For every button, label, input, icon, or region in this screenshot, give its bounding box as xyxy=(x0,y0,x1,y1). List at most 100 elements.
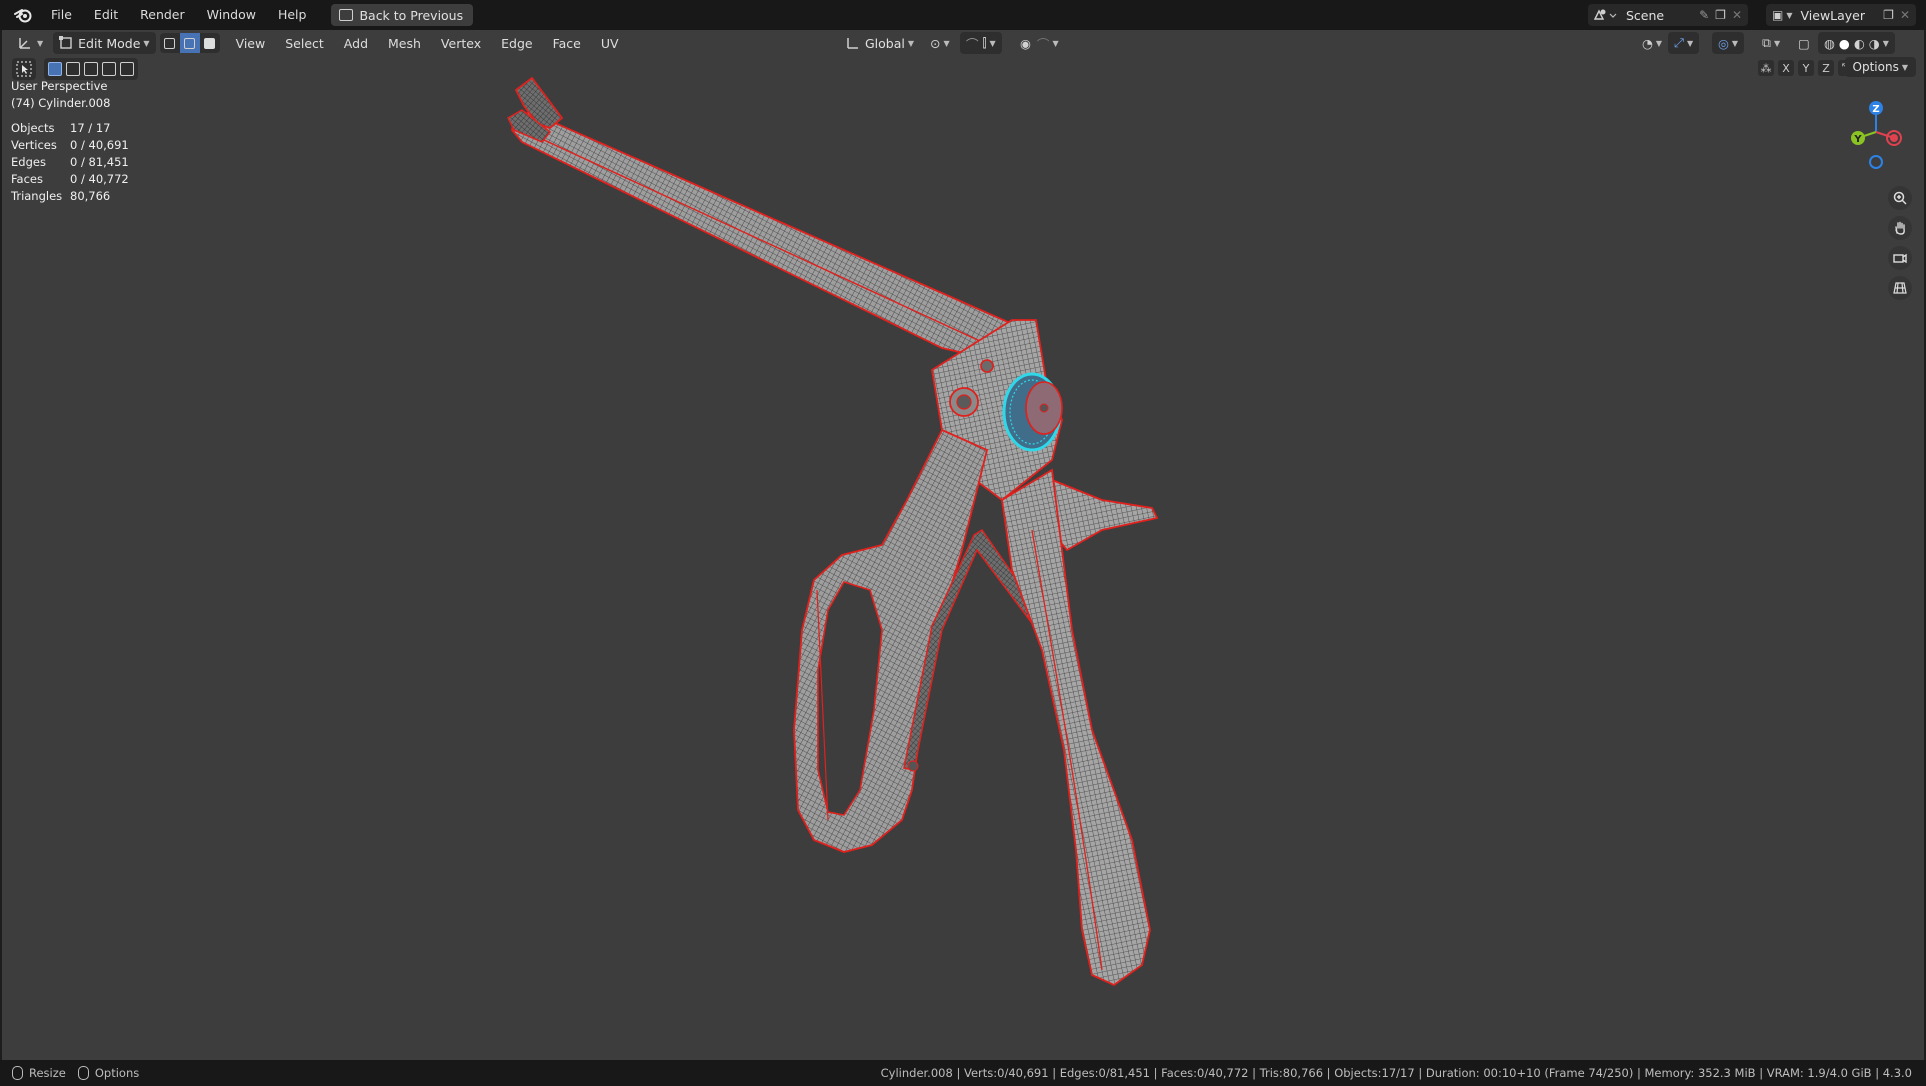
perspective-label: User Perspective xyxy=(11,79,108,93)
face-select-icon[interactable] xyxy=(199,33,220,53)
shading-mode-group: ◍ ● ◐ ◑ ▼ xyxy=(1818,32,1895,54)
selected-wheel-mesh[interactable] xyxy=(1002,372,1063,452)
ring-handle-mesh[interactable] xyxy=(793,428,989,853)
view-layer-selector[interactable]: ▣ ▼ ViewLayer ❐ ✕ xyxy=(1766,4,1916,26)
pin-icon[interactable]: ✎ xyxy=(1699,8,1709,22)
vertex-menu[interactable]: Vertex xyxy=(431,36,491,51)
select-box-icon xyxy=(16,61,32,77)
new-view-layer-icon[interactable]: ❐ xyxy=(1883,8,1894,22)
solid-shading-icon[interactable]: ● xyxy=(1839,36,1850,51)
blender-logo-icon[interactable] xyxy=(12,4,34,26)
camera-view-icon[interactable] xyxy=(1888,246,1912,270)
visibility-dropdown[interactable]: ◔ ▼ xyxy=(1636,32,1668,54)
transform-orientation-dropdown[interactable]: Global ▼ xyxy=(840,32,920,54)
select-menu[interactable]: Select xyxy=(275,36,334,51)
overlays-icon: ◎ xyxy=(1718,35,1729,51)
stats-row: Triangles 80,766 xyxy=(11,188,129,205)
perspective-grid-icon[interactable] xyxy=(1888,276,1912,300)
chevron-down-icon: ▼ xyxy=(1687,38,1694,48)
zoom-icon[interactable] xyxy=(1888,186,1912,210)
shaft-mesh[interactable] xyxy=(507,76,1034,363)
falloff-icon[interactable]: ⌒ xyxy=(1037,34,1050,53)
snap-target-icon[interactable]: ⫿ xyxy=(983,35,987,51)
chevron-down-icon: ▼ xyxy=(1901,62,1908,72)
selection-mode-group xyxy=(44,58,138,80)
top-menu-bar: File Edit Render Window Help Back to Pre… xyxy=(0,0,1926,30)
view-layer-icon: ▣ xyxy=(1772,8,1784,22)
intersect-selection-icon[interactable] xyxy=(120,62,134,76)
status-bar: Resize Options Cylinder.008 | Verts:0/40… xyxy=(0,1060,1926,1086)
delete-view-layer-icon[interactable]: ✕ xyxy=(1900,8,1910,22)
edge-select-icon[interactable] xyxy=(179,33,200,53)
chevron-down-icon: ▼ xyxy=(989,38,996,48)
menu-edit[interactable]: Edit xyxy=(83,3,129,27)
back-to-previous-button[interactable]: Back to Previous xyxy=(331,4,474,26)
edge-menu[interactable]: Edge xyxy=(491,36,542,51)
face-menu[interactable]: Face xyxy=(543,36,591,51)
mesh-menu[interactable]: Mesh xyxy=(378,36,431,51)
options-label: Options xyxy=(1852,60,1899,74)
viewport-header: ▼ Edit Mode ▼ View Select Add Mesh Verte… xyxy=(2,30,1924,56)
proportional-edit-icon[interactable]: ◉ xyxy=(1020,36,1031,51)
front-grip-mesh[interactable] xyxy=(1001,468,1151,987)
snap-toggle-icon[interactable]: ⌒ xyxy=(966,34,979,53)
chevron-down-icon: ▼ xyxy=(1655,38,1663,48)
mode-label: Edit Mode xyxy=(78,35,141,51)
pivot-icon: ⊙ xyxy=(930,35,941,51)
mirror-x-toggle[interactable]: X xyxy=(1778,60,1794,76)
vertex-select-icon[interactable] xyxy=(159,33,180,53)
back-icon xyxy=(339,9,354,21)
extend-selection-icon[interactable] xyxy=(66,62,80,76)
add-menu[interactable]: Add xyxy=(334,36,378,51)
mesh-overlays-icon: ⧉ xyxy=(1762,35,1771,50)
view-menu[interactable]: View xyxy=(226,36,276,51)
hand-pan-icon[interactable] xyxy=(1888,216,1912,240)
3d-viewport[interactable]: ▼ Edit Mode ▼ View Select Add Mesh Verte… xyxy=(2,30,1924,1060)
editor-type-button[interactable]: ▼ xyxy=(12,32,49,54)
mode-dropdown[interactable]: Edit Mode ▼ xyxy=(53,32,156,54)
chevron-down-icon: ▼ xyxy=(907,38,915,48)
new-scene-icon[interactable]: ❐ xyxy=(1715,8,1726,22)
gizmo-z-label: Z xyxy=(1872,104,1879,115)
scene-selector[interactable]: Scene ✎ ❐ ✕ xyxy=(1588,4,1748,26)
pivot-point-dropdown[interactable]: ⊙ ▼ xyxy=(924,32,956,54)
stats-value: 80,766 xyxy=(70,189,111,203)
proportional-edit-group: ◉ ⌒ ▼ xyxy=(1014,32,1065,54)
mirror-y-toggle[interactable]: Y xyxy=(1798,60,1814,76)
delete-scene-icon[interactable]: ✕ xyxy=(1732,8,1742,22)
stats-key: Triangles xyxy=(11,189,63,203)
active-tool-button[interactable] xyxy=(12,58,36,80)
menu-window[interactable]: Window xyxy=(196,3,267,27)
options-dropdown[interactable]: Options ▼ xyxy=(1844,57,1916,77)
mouse-right-icon xyxy=(77,1066,89,1080)
mesh-overlays-toggle[interactable]: ⧉ ▼ xyxy=(1756,32,1786,54)
chevron-down-icon: ▼ xyxy=(1882,38,1889,48)
menu-help[interactable]: Help xyxy=(267,3,318,27)
snap-group: ⌒ ⫿ ▼ xyxy=(960,32,1002,54)
surgical-rongeur-model[interactable] xyxy=(2,30,1924,1060)
stats-row: Vertices 0 / 40,691 xyxy=(11,137,129,154)
material-shading-icon[interactable]: ◐ xyxy=(1854,36,1865,51)
xray-toggle[interactable]: ▢ xyxy=(1792,32,1816,54)
stats-row: Edges 0 / 81,451 xyxy=(11,154,129,171)
wireframe-shading-icon[interactable]: ◍ xyxy=(1824,36,1835,51)
gizmo-neg-x-axis[interactable] xyxy=(1890,134,1898,142)
view-layer-name[interactable]: ViewLayer xyxy=(1793,8,1874,23)
uv-menu[interactable]: UV xyxy=(591,36,629,51)
viewport-stats-overlay: User Perspective (74) Cylinder.008 Objec… xyxy=(11,78,129,205)
gizmo-neg-z-axis[interactable] xyxy=(1869,155,1883,169)
back-to-previous-label: Back to Previous xyxy=(359,7,464,23)
subtract-selection-icon[interactable] xyxy=(84,62,98,76)
navigation-gizmo[interactable]: Z Y xyxy=(1842,98,1912,178)
invert-selection-icon[interactable] xyxy=(102,62,116,76)
gizmo-toggle[interactable]: ⤢ ▼ xyxy=(1668,32,1700,54)
rendered-shading-icon[interactable]: ◑ xyxy=(1869,36,1880,51)
scene-statistics: Cylinder.008 | Verts:0/40,691 | Edges:0/… xyxy=(880,1066,1912,1080)
overlays-toggle[interactable]: ◎ ▼ xyxy=(1712,32,1745,54)
mirror-options-icon[interactable]: ⁂ xyxy=(1758,60,1774,76)
menu-file[interactable]: File xyxy=(40,3,83,27)
menu-render[interactable]: Render xyxy=(129,3,196,27)
scene-name[interactable]: Scene xyxy=(1618,8,1672,23)
set-new-selection-icon[interactable] xyxy=(48,62,62,76)
mirror-z-toggle[interactable]: Z xyxy=(1818,60,1834,76)
